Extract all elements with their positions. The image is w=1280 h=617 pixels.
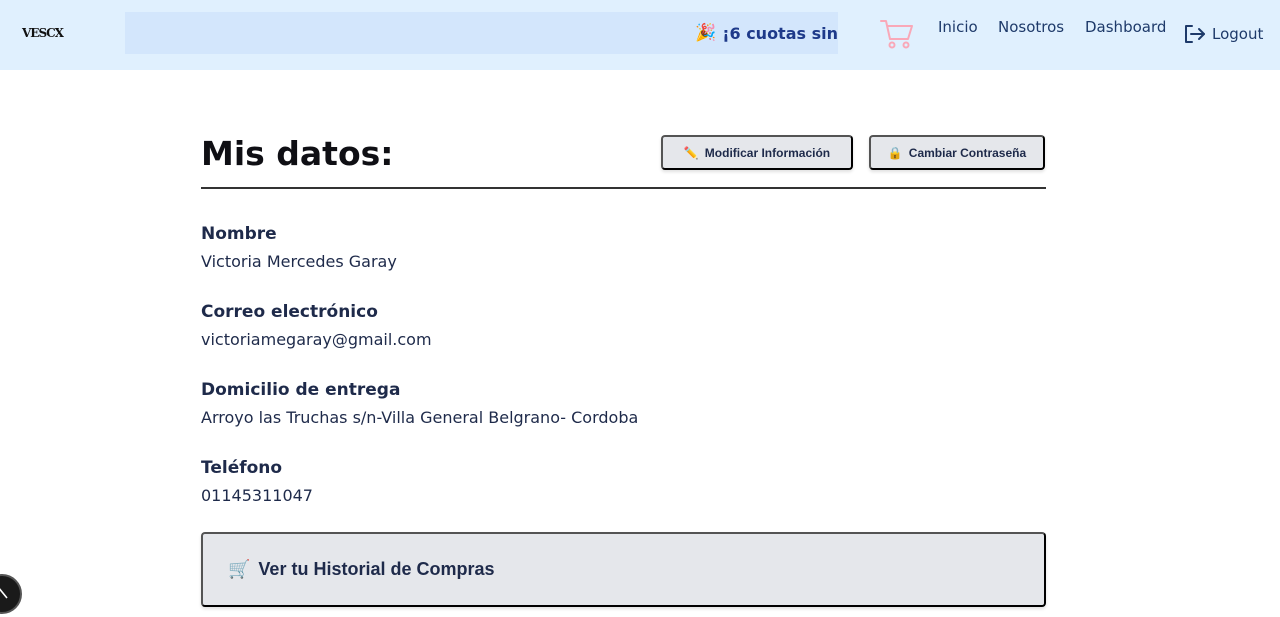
- logout-icon: [1184, 24, 1206, 44]
- logout-button[interactable]: Logout: [1184, 24, 1263, 44]
- change-password-button[interactable]: 🔒 Cambiar Contraseña: [869, 135, 1045, 170]
- phone-label: Teléfono: [201, 458, 283, 478]
- nav-dashboard[interactable]: Dashboard: [1085, 18, 1166, 36]
- party-icon: 🎉: [695, 23, 717, 43]
- purchase-history-label: Ver tu Historial de Compras: [258, 559, 495, 579]
- edit-info-button[interactable]: ✏️ Modificar Información: [661, 135, 853, 170]
- lock-icon: 🔒: [887, 145, 903, 160]
- n-logo-icon: [0, 584, 10, 604]
- pencil-icon: ✏️: [683, 145, 699, 160]
- edit-info-label: Modificar Información: [704, 145, 831, 160]
- title-divider: [201, 187, 1046, 189]
- cart-icon[interactable]: [880, 18, 914, 50]
- logout-label: Logout: [1212, 25, 1264, 43]
- brand-logo[interactable]: VESCX: [22, 26, 64, 40]
- email-label: Correo electrónico: [201, 302, 378, 322]
- address-label: Domicilio de entrega: [201, 380, 401, 400]
- promo-banner: 🎉 ¡6 cuotas sin: [125, 12, 838, 54]
- promo-text: ¡6 cuotas sin: [722, 23, 838, 43]
- name-label: Nombre: [201, 224, 277, 244]
- top-navbar: VESCX 🎉 ¡6 cuotas sin Inicio Nosotros Da…: [0, 0, 1280, 70]
- shopping-cart-icon: 🛒: [228, 559, 251, 579]
- nav-inicio[interactable]: Inicio: [938, 18, 978, 36]
- purchase-history-button[interactable]: 🛒 Ver tu Historial de Compras: [201, 532, 1046, 607]
- change-password-label: Cambiar Contraseña: [908, 145, 1027, 160]
- address-value: Arroyo las Truchas s/n-Villa General Bel…: [201, 408, 639, 427]
- email-value: victoriamegaray@gmail.com: [201, 330, 432, 349]
- dev-tools-button[interactable]: [0, 574, 22, 614]
- phone-value: 01145311047: [201, 486, 313, 505]
- name-value: Victoria Mercedes Garay: [201, 252, 397, 271]
- nav-nosotros[interactable]: Nosotros: [998, 18, 1064, 36]
- page-title: Mis datos:: [201, 134, 394, 173]
